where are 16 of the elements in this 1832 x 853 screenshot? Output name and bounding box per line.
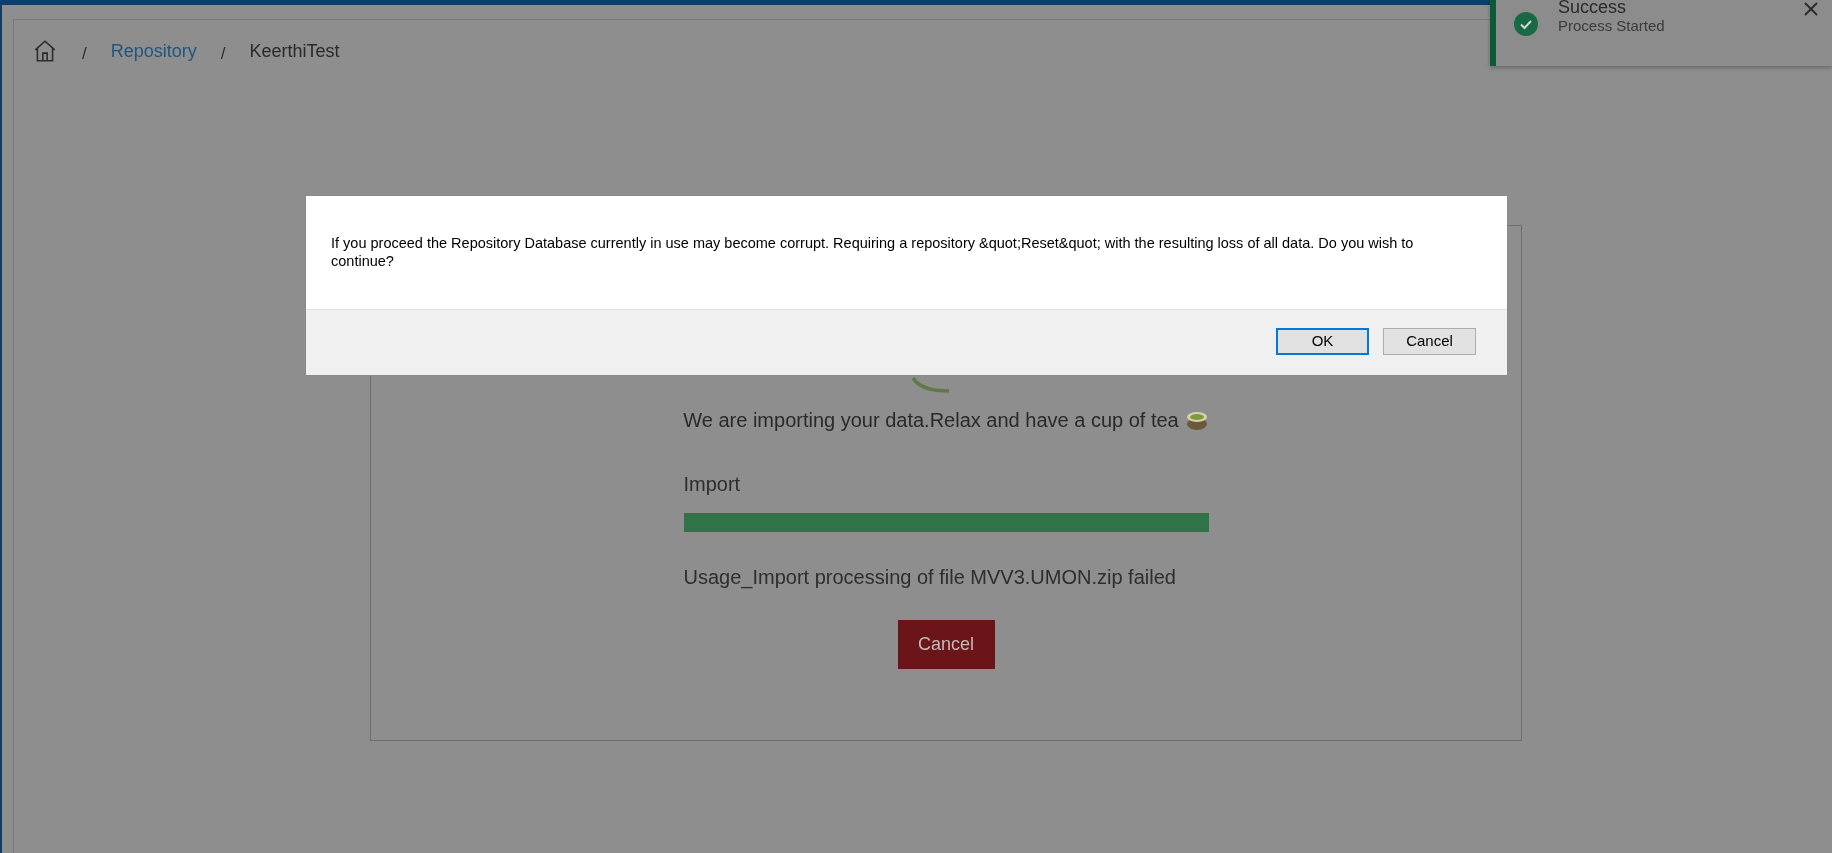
progress-label: Import — [683, 472, 742, 497]
toast-message: Process Started — [1558, 17, 1665, 35]
spinner-icon — [911, 377, 951, 393]
dialog-button[interactable]: Cancel — [1383, 328, 1476, 355]
home-icon[interactable] — [32, 38, 58, 64]
dialog-message: If you proceed the Repository Database currently in use may become corrupt. Requiring a repository &quot;Reset&quot; with the resulting loss of all data. Do you wish to continue? — [331, 234, 1415, 270]
tea-cup-icon — [1184, 409, 1209, 431]
toast-title: Success — [1558, 0, 1628, 17]
dialog-button[interactable]: OK — [1276, 328, 1369, 355]
cancel-button[interactable]: Cancel — [897, 620, 995, 669]
breadcrumb-current: KeerthiTest — [249, 39, 340, 63]
import-message: We are importing your data.Relax and have a cup of tea — [683, 408, 1179, 433]
check-icon — [1514, 12, 1538, 36]
status-message: Usage_Import processing of file MVV3.UMON.zip failed — [683, 565, 1177, 591]
breadcrumb-separator: / — [220, 43, 226, 66]
breadcrumb-separator: / — [82, 43, 87, 66]
